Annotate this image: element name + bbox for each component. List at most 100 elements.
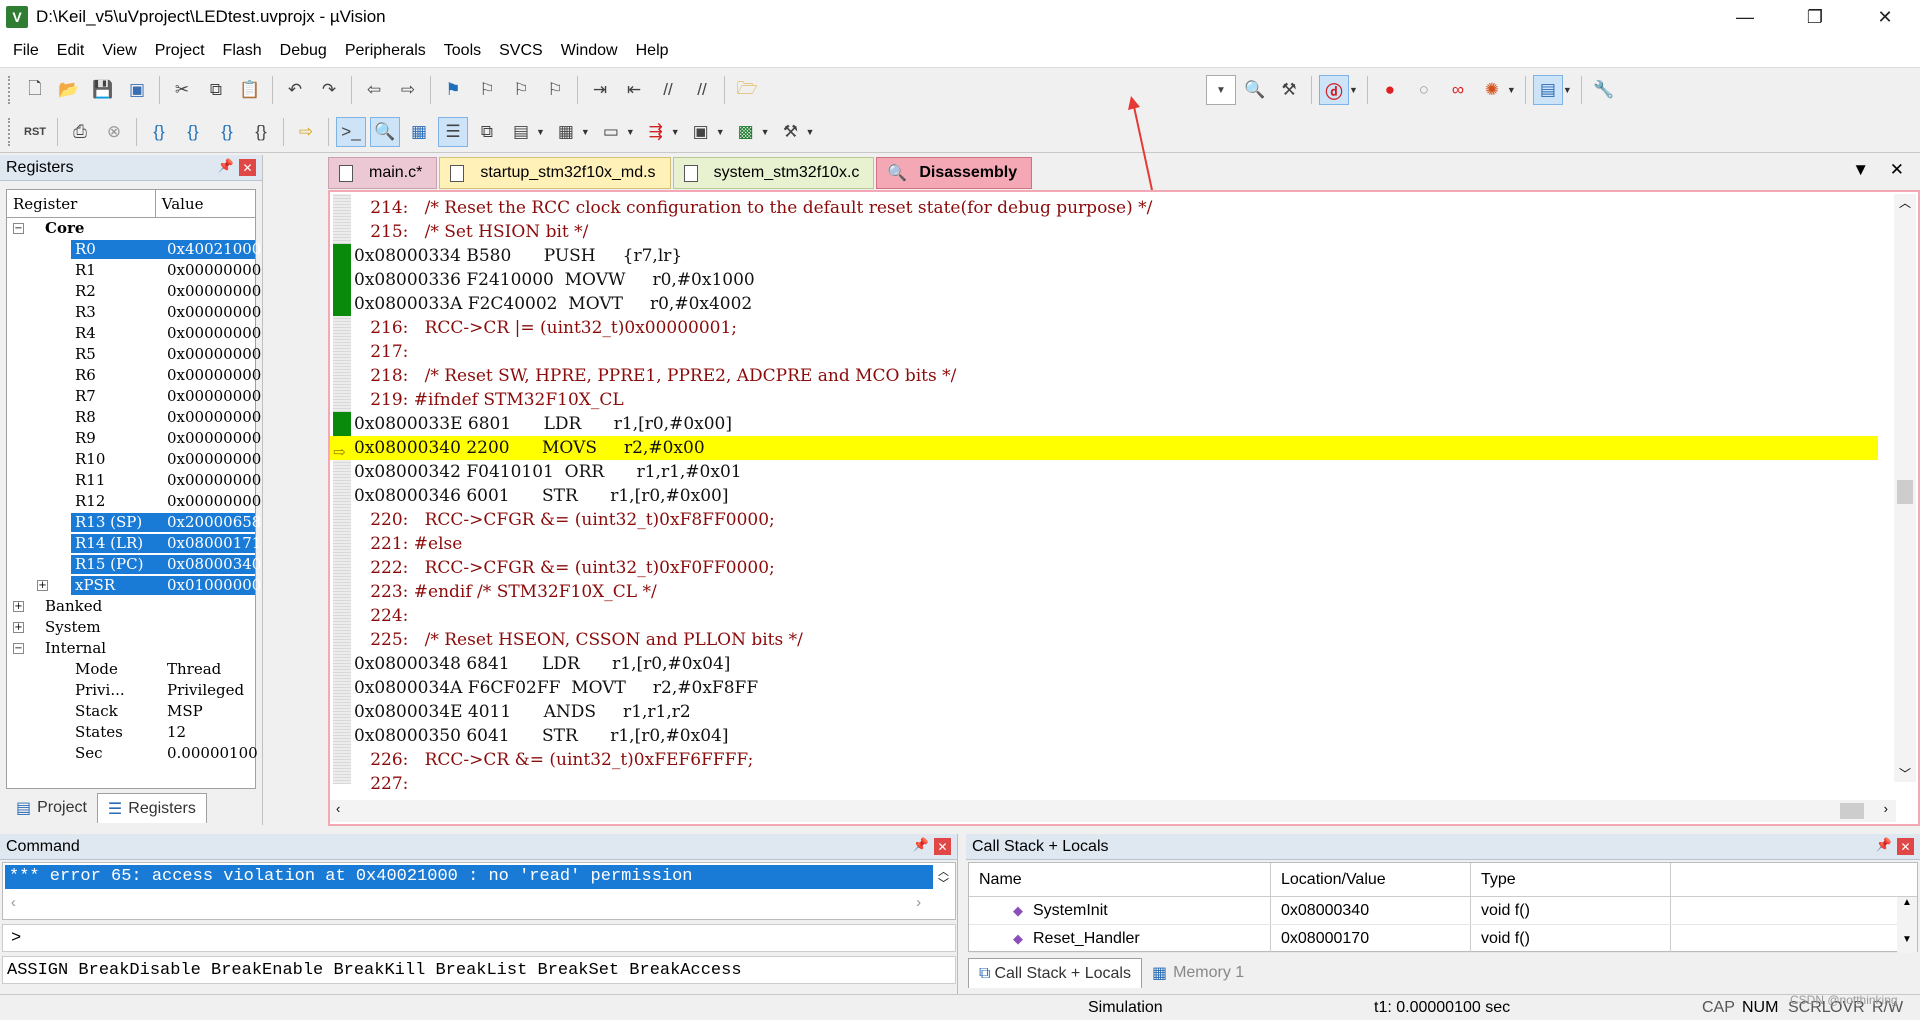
show-next-statement-icon[interactable]: ⇨ — [291, 117, 321, 147]
tab-main-c[interactable]: main.c* — [328, 157, 438, 189]
source-line[interactable]: 222: RCC->CFGR &= (uint32_t)0xF0FF0000; — [330, 556, 1878, 580]
command-error-line[interactable]: *** error 65: access violation at 0x4002… — [5, 865, 933, 889]
trace-window-icon[interactable]: ▣ — [686, 117, 716, 147]
memory-window-icon[interactable]: ▦ — [551, 117, 581, 147]
next-bookmark-icon[interactable]: ⚐ — [506, 75, 536, 105]
new-file-icon[interactable]: 🗋 — [20, 75, 50, 105]
chevron-down-icon[interactable]: ▼ — [1563, 85, 1572, 95]
col-location[interactable]: Location/Value — [1271, 863, 1471, 896]
menu-window[interactable]: Window — [552, 42, 627, 60]
register-value[interactable]: 0x00000000 — [167, 302, 261, 323]
table-row[interactable]: ◆ SystemInit 0x08000340 void f() — [969, 897, 1917, 925]
menu-flash[interactable]: Flash — [214, 42, 271, 60]
chevron-down-icon[interactable]: ▼ — [581, 127, 590, 137]
scroll-thumb[interactable] — [1840, 803, 1864, 819]
chevron-down-icon[interactable]: ▼ — [761, 127, 770, 137]
source-line[interactable]: 225: /* Reset HSEON, CSSON and PLLON bit… — [330, 628, 1878, 652]
save-icon[interactable]: 💾 — [88, 75, 118, 105]
register-row[interactable]: Privi... Privileged — [7, 680, 255, 701]
call-stack-window-icon[interactable]: ⧉ — [472, 117, 502, 147]
register-row[interactable]: + xPSR 0x01000000 — [7, 575, 261, 596]
register-row[interactable]: R11 0x00000000 — [7, 470, 261, 491]
register-row[interactable]: Mode Thread — [7, 659, 255, 680]
register-row[interactable]: Stack MSP — [7, 701, 255, 722]
expand-icon[interactable]: + — [13, 622, 24, 633]
insert-breakpoint-icon[interactable]: ● — [1375, 75, 1405, 105]
register-group[interactable]: + System — [7, 617, 255, 638]
toolbar-grip[interactable] — [8, 117, 12, 146]
pin-icon[interactable]: 📌 — [913, 837, 929, 853]
register-value[interactable]: 0x00000000 — [167, 260, 261, 281]
debug-session-icon[interactable]: ⓓ — [1319, 75, 1349, 105]
asm-line[interactable]: 0x0800034A F6CF02FF MOVT r2,#0xF8FF — [330, 676, 1878, 700]
disassembly-window-icon[interactable]: 🔍 — [370, 116, 400, 147]
bookmark-icon[interactable]: ⚑ — [438, 75, 468, 105]
tab-disassembly[interactable]: 🔍 Disassembly — [876, 157, 1033, 189]
chevron-down-icon[interactable]: ▼ — [626, 127, 635, 137]
close-icon[interactable]: ✕ — [934, 838, 951, 855]
close-icon[interactable]: ✕ — [1897, 838, 1914, 855]
scroll-up-icon[interactable]: ︿ — [1894, 194, 1916, 211]
register-row[interactable]: Sec 0.00000100 — [7, 743, 258, 764]
run-to-cursor-icon[interactable]: {} — [246, 117, 276, 147]
register-row[interactable]: R12 0x00000000 — [7, 491, 261, 512]
analysis-window-icon[interactable]: ⇶ — [641, 117, 671, 147]
clear-bookmarks-icon[interactable]: ⚐ — [540, 75, 570, 105]
register-value[interactable]: 0x40021000 — [167, 239, 261, 260]
find-in-files-icon[interactable]: 🗁 — [732, 75, 762, 105]
register-value[interactable]: 0x00000000 — [167, 365, 261, 386]
window-layout-icon[interactable]: ▤ — [1532, 75, 1563, 105]
step-into-icon[interactable]: {} — [144, 117, 174, 147]
asm-line[interactable]: 0x08000350 6041 STR r1,[r0,#0x04] — [330, 724, 1878, 748]
find-icon[interactable]: 🔍 — [1240, 75, 1270, 105]
menu-debug[interactable]: Debug — [271, 42, 336, 60]
asm-line[interactable]: ⇨ 0x08000340 2200 MOVS r2,#0x00 — [330, 436, 1878, 461]
paste-icon[interactable]: 📋 — [235, 75, 265, 105]
menu-view[interactable]: View — [93, 42, 145, 60]
chevron-down-icon[interactable]: ▼ — [671, 127, 680, 137]
source-line[interactable]: 216: RCC->CR |= (uint32_t)0x00000001; — [330, 316, 1878, 340]
nav-forward-icon[interactable]: ⇨ — [393, 75, 423, 105]
scroll-down-icon[interactable]: ▼ — [1897, 934, 1917, 945]
register-row[interactable]: R1 0x00000000 — [7, 260, 261, 281]
register-row[interactable]: States 12 — [7, 722, 255, 743]
register-row[interactable]: R10 0x00000000 — [7, 449, 261, 470]
chevron-down-icon[interactable]: ▼ — [1507, 85, 1516, 95]
table-row[interactable]: ◆ Reset_Handler 0x08000170 void f() — [969, 925, 1917, 953]
watch-window-icon[interactable]: ▤ — [506, 117, 536, 147]
combo-dropdown-icon[interactable]: ▼ — [1206, 75, 1236, 105]
step-out-icon[interactable]: {} — [212, 117, 242, 147]
tab-memory-1[interactable]: ▦ Memory 1 — [1142, 958, 1254, 988]
register-value[interactable]: 0x00000000 — [167, 344, 261, 365]
asm-line[interactable]: 0x0800033A F2C40002 MOVT r0,#0x4002 — [330, 292, 1878, 316]
pin-icon[interactable]: 📌 — [218, 158, 234, 174]
serial-window-icon[interactable]: ▭ — [596, 117, 626, 147]
register-row[interactable]: R0 0x40021000 — [7, 239, 261, 260]
vertical-scrollbar[interactable]: ▲ ▼ — [1897, 897, 1917, 953]
register-value[interactable]: 0x00000000 — [167, 428, 261, 449]
asm-line[interactable]: 0x08000346 6001 STR r1,[r0,#0x00] — [330, 484, 1878, 508]
register-row[interactable]: R4 0x00000000 — [7, 323, 261, 344]
tab-callstack[interactable]: ⧉ Call Stack + Locals — [968, 958, 1142, 988]
run-icon[interactable]: ⎙ — [65, 117, 95, 147]
copy-icon[interactable]: ⧉ — [201, 75, 231, 105]
source-line[interactable]: 220: RCC->CFGR &= (uint32_t)0xF8FF0000; — [330, 508, 1878, 532]
register-row[interactable]: R9 0x00000000 — [7, 428, 261, 449]
asm-line[interactable]: 0x08000334 B580 PUSH {r7,lr} — [330, 244, 1878, 268]
register-row[interactable]: R3 0x00000000 — [7, 302, 261, 323]
vertical-scrollbar[interactable]: ︿ ﹀ — [1894, 194, 1916, 782]
register-group-core[interactable]: − Core — [7, 218, 255, 239]
cut-icon[interactable]: ✂ — [167, 75, 197, 105]
source-line[interactable]: 221: #else — [330, 532, 1878, 556]
indent-icon[interactable]: ⇥ — [585, 75, 615, 105]
asm-line[interactable]: 0x08000336 F2410000 MOVW r0,#0x1000 — [330, 268, 1878, 292]
symbols-window-icon[interactable]: ▦ — [404, 117, 434, 147]
chevron-down-icon[interactable]: ▼ — [716, 127, 725, 137]
tab-project[interactable]: ▤ Project — [6, 793, 97, 823]
toolbox-icon[interactable]: ⚒ — [776, 117, 806, 147]
register-group[interactable]: + Banked — [7, 596, 255, 617]
scroll-up-icon[interactable]: ▲ — [1897, 897, 1917, 908]
register-row[interactable]: R7 0x00000000 — [7, 386, 261, 407]
asm-line[interactable]: 0x0800034E 4011 ANDS r1,r1,r2 — [330, 700, 1878, 724]
register-row[interactable]: R14 (LR) 0x08000171 — [7, 533, 261, 554]
